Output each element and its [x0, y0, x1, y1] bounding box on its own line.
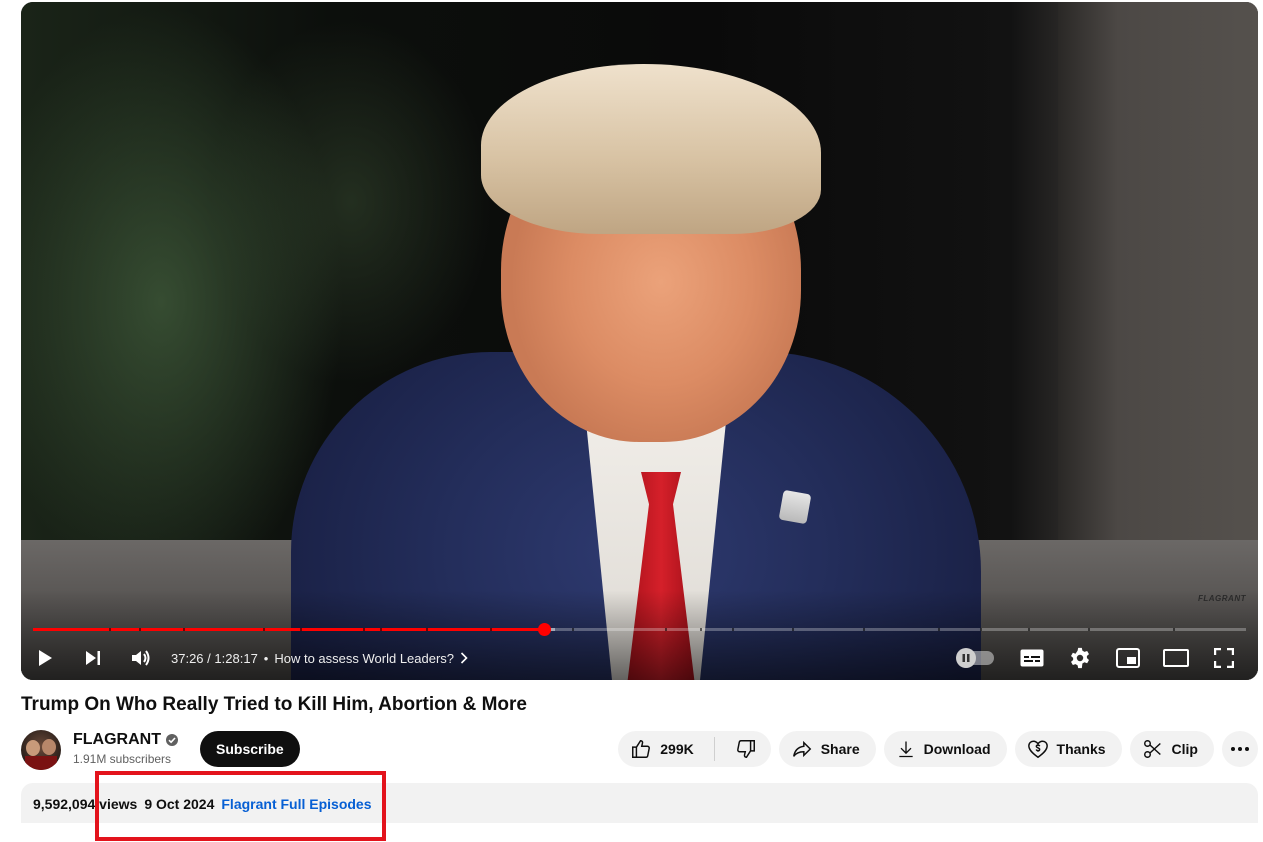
verified-icon: [165, 734, 178, 746]
download-button[interactable]: Download: [883, 731, 1007, 767]
fullscreen-icon: [1214, 648, 1234, 668]
scissors-icon: [1143, 740, 1161, 758]
download-label: Download: [923, 741, 991, 757]
chapter-marker: [731, 628, 734, 631]
heart-dollar-icon: [1027, 740, 1048, 759]
chapter-marker: [700, 628, 703, 631]
hashtag-link[interactable]: Flagrant Full Episodes: [221, 796, 371, 812]
chevron-right-icon: [460, 652, 468, 664]
more-actions-button[interactable]: [1222, 731, 1258, 767]
play-button[interactable]: [21, 638, 69, 678]
time-display: 37:26 / 1:28:17: [171, 651, 258, 666]
fullscreen-button[interactable]: [1200, 638, 1248, 678]
share-label: Share: [820, 741, 860, 757]
subscribe-button[interactable]: Subscribe: [200, 731, 300, 767]
chapter-marker: [792, 628, 795, 631]
avatar-person-left: [26, 740, 40, 756]
chapter-marker: [1027, 628, 1030, 631]
progress-scrubber[interactable]: [538, 623, 552, 636]
upload-date: 9 Oct 2024: [144, 796, 215, 812]
gear-icon: [1071, 647, 1089, 669]
autoplay-toggle[interactable]: [956, 648, 994, 668]
chapter-marker: [109, 628, 112, 631]
chapter-marker: [299, 628, 302, 631]
chapter-marker: [1088, 628, 1091, 631]
thanks-label: Thanks: [1056, 741, 1106, 757]
chapter-button[interactable]: • How to assess World Leaders?: [264, 651, 468, 666]
channel-row: FLAGRANT 1.91M subscribers Subscribe 299…: [21, 728, 1258, 770]
skip-next-icon: [86, 651, 100, 665]
channel-name: FLAGRANT: [73, 731, 161, 748]
share-icon: [792, 740, 812, 758]
clip-button[interactable]: Clip: [1129, 731, 1214, 767]
like-button[interactable]: 299K: [618, 731, 705, 767]
download-icon: [898, 741, 913, 758]
settings-button[interactable]: [1056, 638, 1104, 678]
chapter-marker: [980, 628, 983, 631]
avatar-person-right: [42, 739, 56, 755]
more-horizontal-icon: [1231, 747, 1249, 751]
chapter-marker: [490, 628, 493, 631]
mute-button[interactable]: [117, 638, 165, 678]
chapter-marker: [664, 628, 667, 631]
thanks-button[interactable]: Thanks: [1014, 731, 1122, 767]
dislike-button[interactable]: [723, 731, 771, 767]
like-count: 299K: [660, 741, 694, 757]
player-controls: 37:26 / 1:28:17 • How to assess World Le…: [21, 638, 1258, 678]
play-icon: [39, 650, 52, 666]
chapter-marker: [1173, 628, 1176, 631]
thumbs-down-icon: [736, 740, 755, 758]
volume-icon: [132, 650, 150, 666]
time-separator: /: [207, 650, 211, 666]
thumbs-up-icon: [632, 740, 651, 758]
chapter-marker: [379, 628, 382, 631]
chapter-marker: [138, 628, 141, 631]
subscriber-count: 1.91M subscribers: [73, 752, 172, 766]
chapter-marker: [862, 628, 865, 631]
chapter-marker: [183, 628, 186, 631]
theater-icon: [1163, 649, 1189, 667]
player-controls-right: [948, 638, 1258, 678]
current-time: 37:26: [171, 650, 204, 666]
avatar-body: [25, 756, 57, 770]
channel-avatar[interactable]: [21, 730, 61, 770]
action-bar: 299K Share Download Thanks Clip: [618, 731, 1258, 767]
like-dislike-group: 299K: [618, 731, 771, 767]
pause-icon: [962, 654, 970, 662]
video-player[interactable]: FLAGRANT 37:26 / 1:28:17 • How to assess…: [21, 2, 1258, 680]
chapter-marker: [571, 628, 574, 631]
miniplayer-button[interactable]: [1104, 638, 1152, 678]
progress-bar[interactable]: [33, 623, 1246, 636]
chapter-marker: [263, 628, 266, 631]
duration: 1:28:17: [214, 650, 258, 666]
autoplay-knob: [956, 648, 976, 668]
subtitles-button[interactable]: [1008, 638, 1056, 678]
video-frame: FLAGRANT: [21, 2, 1258, 680]
clip-label: Clip: [1171, 741, 1198, 757]
video-watermark: FLAGRANT: [1198, 594, 1246, 603]
channel-name-link[interactable]: FLAGRANT: [73, 731, 179, 749]
chapter-title: How to assess World Leaders?: [274, 650, 455, 666]
flag-pin: [778, 489, 812, 525]
chapter-bullet: •: [263, 650, 269, 666]
view-count: 9,592,094 views: [33, 796, 138, 812]
chapter-marker: [937, 628, 940, 631]
like-divider: [713, 737, 715, 761]
video-title: Trump On Who Really Tried to Kill Him, A…: [21, 694, 527, 715]
description-box[interactable]: 9,592,094 views 9 Oct 2024 Flagrant Full…: [21, 783, 1258, 823]
video-person-hair: [481, 64, 821, 234]
miniplayer-icon: [1116, 648, 1140, 668]
chapter-marker: [362, 628, 365, 631]
share-button[interactable]: Share: [778, 731, 876, 767]
chapter-marker: [426, 628, 428, 631]
captions-icon: [1020, 649, 1044, 667]
theater-mode-button[interactable]: [1152, 638, 1200, 678]
next-button[interactable]: [69, 638, 117, 678]
